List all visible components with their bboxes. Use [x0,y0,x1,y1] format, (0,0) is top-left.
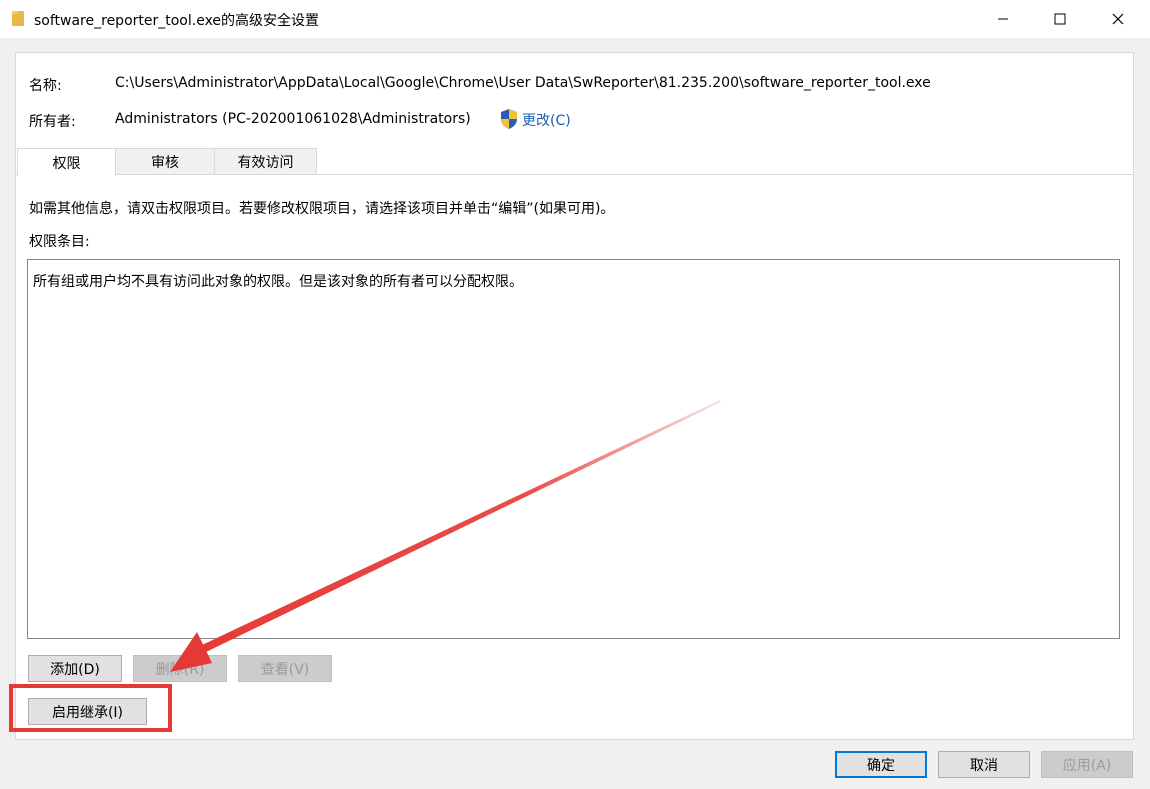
cancel-button[interactable]: 取消 [938,751,1030,778]
tabs-divider [16,174,1133,175]
close-icon [1112,13,1124,25]
permissions-info-text: 如需其他信息，请双击权限项目。若要修改权限项目，请选择该项目并单击“编辑”(如果… [29,201,615,217]
change-owner-link[interactable]: 更改(C) [522,110,571,130]
apply-button[interactable]: 应用(A) [1041,751,1133,778]
permission-entries-label: 权限条目: [29,234,90,250]
maximize-button[interactable] [1037,0,1083,38]
owner-value: Administrators (PC-202001061028\Administ… [115,111,471,127]
uac-shield-icon [501,109,517,129]
name-value: C:\Users\Administrator\AppData\Local\Goo… [115,75,931,91]
tab-permissions[interactable]: 权限 [17,148,116,176]
minimize-button[interactable] [980,0,1026,38]
enable-inheritance-button[interactable]: 启用继承(I) [28,698,147,725]
empty-list-message: 所有组或用户均不具有访问此对象的权限。但是该对象的所有者可以分配权限。 [33,274,523,290]
view-button[interactable]: 查看(V) [238,655,332,682]
window-title: software_reporter_tool.exe的高级安全设置 [34,13,320,29]
tab-effective-access[interactable]: 有效访问 [214,148,317,174]
tab-audit[interactable]: 审核 [115,148,215,174]
remove-button[interactable]: 删除(R) [133,655,227,682]
minimize-icon [998,18,1008,20]
close-button[interactable] [1095,0,1141,38]
add-button[interactable]: 添加(D) [28,655,122,682]
ok-button[interactable]: 确定 [835,751,927,778]
title-bar: software_reporter_tool.exe的高级安全设置 [0,0,1150,38]
name-label: 名称: [29,78,62,94]
permission-entries-list[interactable]: 所有组或用户均不具有访问此对象的权限。但是该对象的所有者可以分配权限。 [27,259,1120,639]
owner-label: 所有者: [29,114,76,130]
folder-icon [12,11,24,26]
maximize-icon [1054,13,1066,25]
